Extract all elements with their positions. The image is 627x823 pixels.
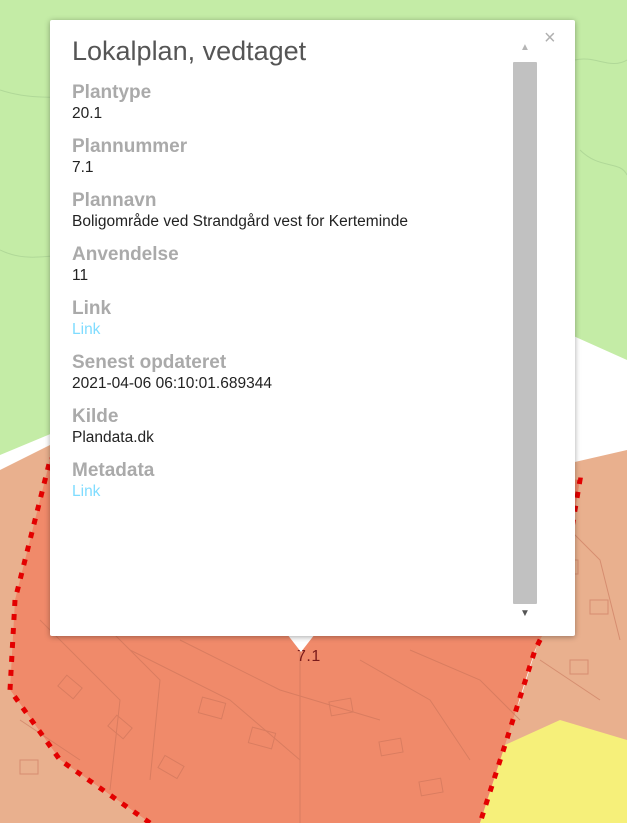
popup-title: Lokalplan, vedtaget <box>72 36 307 66</box>
field-label: Link <box>72 298 112 319</box>
field-kilde: Kilde Plandata.dk <box>72 406 517 448</box>
scroll-down-icon[interactable]: ▼ <box>510 604 540 624</box>
popup-pointer <box>287 634 315 652</box>
field-plantype: Plantype 20.1 <box>72 82 517 124</box>
field-value: 7.1 <box>72 159 94 176</box>
field-label: Plannavn <box>72 190 157 211</box>
close-icon[interactable]: × <box>544 28 556 48</box>
field-label: Metadata <box>72 460 155 481</box>
scroll-up-icon[interactable]: ▲ <box>510 38 540 58</box>
field-label: Kilde <box>72 406 119 427</box>
field-link: Link Link <box>72 298 517 340</box>
field-value: 11 <box>72 267 89 284</box>
field-plannummer: Plannummer 7.1 <box>72 136 517 178</box>
field-plannavn: Plannavn Boligområde ved Strandgård vest… <box>72 190 517 232</box>
field-value: 20.1 <box>72 105 103 122</box>
field-metadata: Metadata Link <box>72 460 517 502</box>
plan-link[interactable]: Link <box>72 320 517 340</box>
feature-info-popup: Lokalplan, vedtaget Plantype 20.1 Plannu… <box>50 20 575 636</box>
field-value: 2021-04-06 06:10:01.689344 <box>72 375 272 392</box>
field-label: Senest opdateret <box>72 352 227 373</box>
metadata-link[interactable]: Link <box>72 482 517 502</box>
field-label: Plantype <box>72 82 152 103</box>
field-senest-opdateret: Senest opdateret 2021-04-06 06:10:01.689… <box>72 352 517 394</box>
popup-scrollbar[interactable]: ▲ ▼ <box>510 38 540 624</box>
field-anvendelse: Anvendelse 11 <box>72 244 517 286</box>
field-label: Anvendelse <box>72 244 179 265</box>
popup-content: Lokalplan, vedtaget Plantype 20.1 Plannu… <box>72 34 517 624</box>
scroll-thumb[interactable] <box>513 62 537 604</box>
field-value: Plandata.dk <box>72 429 154 446</box>
field-label: Plannummer <box>72 136 188 157</box>
field-value: Boligområde ved Strandgård vest for Kert… <box>72 213 409 230</box>
